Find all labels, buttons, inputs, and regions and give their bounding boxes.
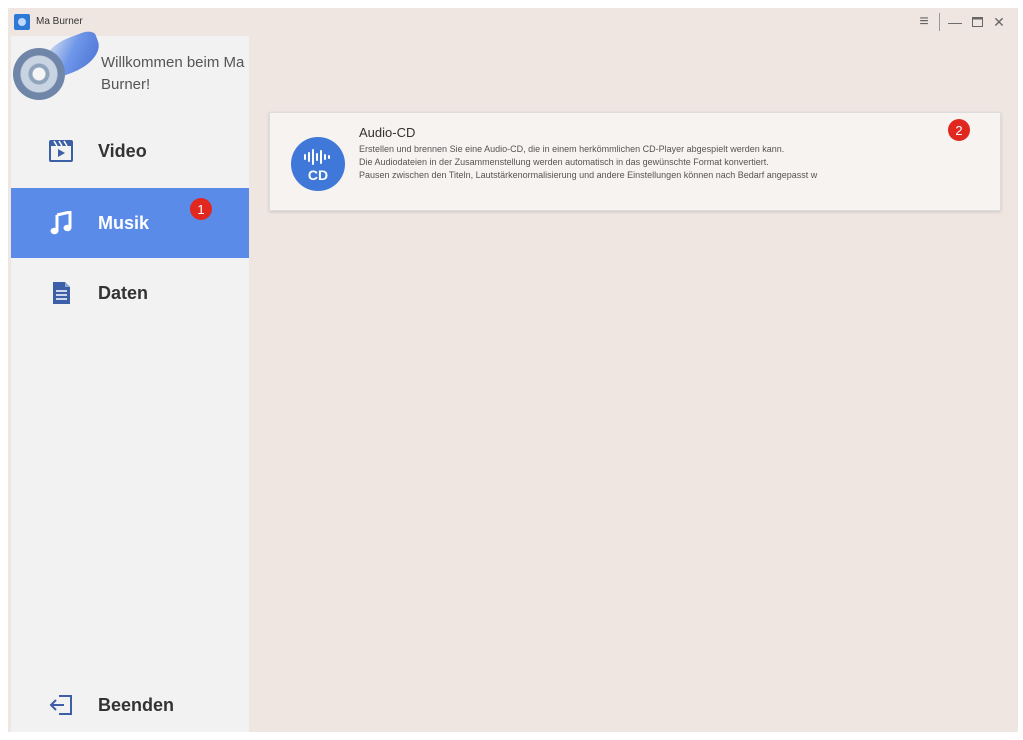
- title-bar: Ma Burner ≡ — ✕: [8, 8, 1018, 36]
- exit-button[interactable]: Beenden: [11, 670, 249, 740]
- card-description: Erstellen und brennen Sie eine Audio-CD,…: [359, 143, 989, 182]
- disc-logo-icon: [13, 48, 65, 100]
- music-note-icon: [47, 209, 75, 237]
- maximize-icon[interactable]: [966, 12, 988, 32]
- card-title: Audio-CD: [359, 125, 416, 140]
- sidebar-item-label: Musik: [98, 212, 150, 233]
- sidebar-item-label: Video: [98, 140, 147, 161]
- window-title: Ma Burner: [36, 16, 83, 27]
- film-icon: [47, 137, 75, 165]
- sidebar-item-musik[interactable]: Musik 1: [11, 188, 249, 258]
- app-logo-icon: [14, 14, 30, 30]
- divider: [939, 13, 940, 31]
- exit-icon: [47, 691, 75, 719]
- card-desc-line: Die Audiodateien in der Zusammenstellung…: [359, 157, 769, 167]
- close-icon[interactable]: ✕: [988, 12, 1010, 32]
- sidebar: Willkommen beim Ma Burner! Video Musik 1…: [11, 28, 249, 732]
- app-window: Ma Burner ≡ — ✕ Willkommen beim Ma Burne…: [8, 8, 1018, 732]
- audio-cd-icon: CD: [291, 137, 345, 191]
- step-badge: 2: [948, 119, 970, 141]
- welcome-text: Willkommen beim Ma Burner!: [101, 54, 245, 93]
- audio-cd-card[interactable]: CD Audio-CD Erstellen und brennen Sie ei…: [269, 112, 1001, 211]
- card-desc-line: Pausen zwischen den Titeln, Lautstärkeno…: [359, 170, 818, 180]
- sidebar-item-video[interactable]: Video: [11, 116, 249, 186]
- hamburger-menu-icon[interactable]: ≡: [913, 12, 935, 32]
- minimize-icon[interactable]: —: [944, 12, 966, 32]
- welcome-header: Willkommen beim Ma Burner!: [11, 28, 249, 116]
- sidebar-item-daten[interactable]: Daten: [11, 258, 249, 328]
- window-controls: ≡ — ✕: [913, 12, 1010, 32]
- exit-label: Beenden: [98, 694, 175, 715]
- cd-icon-label: CD: [307, 167, 329, 183]
- document-icon: [47, 279, 75, 307]
- card-desc-line: Erstellen und brennen Sie eine Audio-CD,…: [359, 144, 785, 154]
- sidebar-item-label: Daten: [98, 282, 149, 303]
- step-badge: 1: [190, 198, 212, 220]
